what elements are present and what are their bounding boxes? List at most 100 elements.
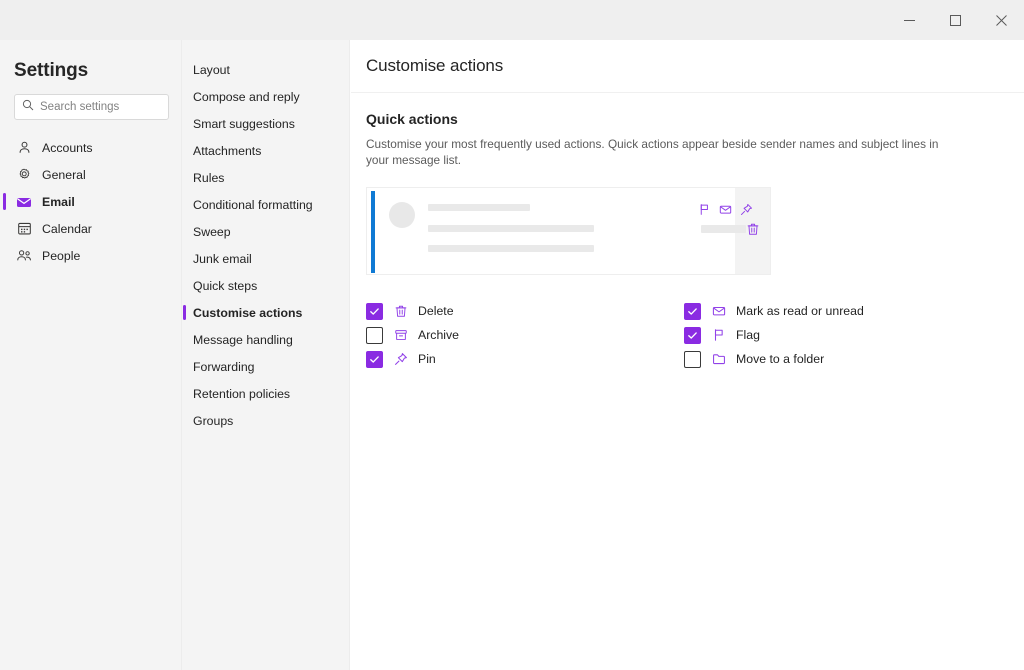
subnav-item-label: Sweep <box>193 225 231 239</box>
selection-indicator <box>183 305 186 320</box>
search-icon <box>22 98 34 116</box>
mark-as-read-checkbox[interactable] <box>684 303 701 320</box>
subnav-item-label: Customise actions <box>193 306 302 320</box>
page-title: Settings <box>0 40 181 82</box>
title-bar <box>0 0 1024 40</box>
subnav-item-label: Layout <box>193 63 230 77</box>
subnav-item-label: Junk email <box>193 252 252 266</box>
search-settings-box[interactable] <box>14 94 169 120</box>
flag-icon <box>698 203 711 221</box>
sidebar-item-label: General <box>42 168 86 182</box>
quick-actions-preview <box>366 187 771 275</box>
sidebar-item-calendar[interactable]: Calendar <box>0 215 181 242</box>
avatar <box>389 202 415 228</box>
option-label: Flag <box>736 328 760 342</box>
preview-message-row <box>367 188 735 274</box>
sidebar-item-people[interactable]: People <box>0 242 181 269</box>
subnav-item-quick-steps[interactable]: Quick steps <box>182 272 349 299</box>
people-icon <box>16 248 32 264</box>
subnav-item-label: Message handling <box>193 333 293 347</box>
preview-skeleton-lines <box>428 201 735 274</box>
subnav-item-layout[interactable]: Layout <box>182 56 349 83</box>
pin-checkbox[interactable] <box>366 351 383 368</box>
option-mark-as-read-or-unread[interactable]: Mark as read or unread <box>684 299 864 323</box>
sidebar-item-accounts[interactable]: Accounts <box>0 134 181 161</box>
subnav-item-label: Attachments <box>193 144 261 158</box>
envelope-icon <box>710 303 727 320</box>
pin-icon <box>392 351 409 368</box>
folder-icon <box>710 351 727 368</box>
options-column-left: Delete Archive <box>366 299 459 371</box>
subnav-item-customise-actions[interactable]: Customise actions <box>182 299 349 326</box>
subnav-item-junk-email[interactable]: Junk email <box>182 245 349 272</box>
maximize-button[interactable] <box>932 0 978 40</box>
subnav-item-sweep[interactable]: Sweep <box>182 218 349 245</box>
option-delete[interactable]: Delete <box>366 299 459 323</box>
subnav-item-rules[interactable]: Rules <box>182 164 349 191</box>
sidebar-item-email[interactable]: Email <box>0 188 181 215</box>
archive-checkbox[interactable] <box>366 327 383 344</box>
subnav-item-message-handling[interactable]: Message handling <box>182 326 349 353</box>
flag-checkbox[interactable] <box>684 327 701 344</box>
option-label: Move to a folder <box>736 352 824 366</box>
settings-sidebar: Settings Accounts <box>0 40 182 670</box>
option-move-to-a-folder[interactable]: Move to a folder <box>684 347 864 371</box>
subnav-item-label: Compose and reply <box>193 90 300 104</box>
archive-icon <box>392 327 409 344</box>
sidebar-item-label: People <box>42 249 80 263</box>
skeleton-body-line <box>428 245 594 252</box>
subnav-item-label: Forwarding <box>193 360 255 374</box>
person-icon <box>16 140 32 156</box>
subnav-item-label: Groups <box>193 414 233 428</box>
subnav-item-label: Retention policies <box>193 387 290 401</box>
option-pin[interactable]: Pin <box>366 347 459 371</box>
calendar-icon <box>16 221 32 237</box>
sidebar-item-label: Calendar <box>42 222 92 236</box>
subnav-item-label: Conditional formatting <box>193 198 313 212</box>
minimize-button[interactable] <box>886 0 932 40</box>
sidebar-item-label: Email <box>42 195 75 209</box>
section-description: Customise your most frequently used acti… <box>351 127 963 168</box>
option-label: Pin <box>418 352 436 366</box>
content-title: Customise actions <box>351 40 1024 76</box>
trash-icon <box>746 222 760 241</box>
preview-quick-action-icons <box>698 203 753 221</box>
option-archive[interactable]: Archive <box>366 323 459 347</box>
subnav-item-label: Quick steps <box>193 279 257 293</box>
settings-window: Settings Accounts <box>0 0 1024 670</box>
option-flag[interactable]: Flag <box>684 323 864 347</box>
search-input[interactable] <box>40 101 161 113</box>
option-label: Mark as read or unread <box>736 304 864 318</box>
option-label: Archive <box>418 328 459 342</box>
subnav-item-retention-policies[interactable]: Retention policies <box>182 380 349 407</box>
subnav-item-label: Smart suggestions <box>193 117 295 131</box>
subnav-item-smart-suggestions[interactable]: Smart suggestions <box>182 110 349 137</box>
gear-icon <box>16 167 32 183</box>
options-column-right: Mark as read or unread Flag <box>684 299 864 371</box>
move-to-folder-checkbox[interactable] <box>684 351 701 368</box>
delete-checkbox[interactable] <box>366 303 383 320</box>
subnav-item-forwarding[interactable]: Forwarding <box>182 353 349 380</box>
sidebar-nav-list: Accounts General <box>0 134 181 269</box>
flag-icon <box>710 327 727 344</box>
envelope-icon <box>719 203 732 221</box>
subnav-item-attachments[interactable]: Attachments <box>182 137 349 164</box>
skeleton-meta-line <box>701 225 746 233</box>
email-subnav: Layout Compose and reply Smart suggestio… <box>182 40 350 670</box>
envelope-icon <box>16 194 32 210</box>
sidebar-item-label: Accounts <box>42 141 93 155</box>
skeleton-subject-line <box>428 225 594 232</box>
subnav-item-label: Rules <box>193 171 224 185</box>
sidebar-item-general[interactable]: General <box>0 161 181 188</box>
option-label: Delete <box>418 304 454 318</box>
selection-indicator <box>3 193 6 210</box>
subnav-item-conditional-formatting[interactable]: Conditional formatting <box>182 191 349 218</box>
subnav-item-groups[interactable]: Groups <box>182 407 349 434</box>
section-heading: Quick actions <box>351 93 1024 127</box>
pin-icon <box>740 203 753 221</box>
main-content: Customise actions Quick actions Customis… <box>351 40 1024 670</box>
trash-icon <box>392 303 409 320</box>
close-button[interactable] <box>978 0 1024 40</box>
subnav-item-compose-and-reply[interactable]: Compose and reply <box>182 83 349 110</box>
skeleton-sender-line <box>428 204 530 211</box>
